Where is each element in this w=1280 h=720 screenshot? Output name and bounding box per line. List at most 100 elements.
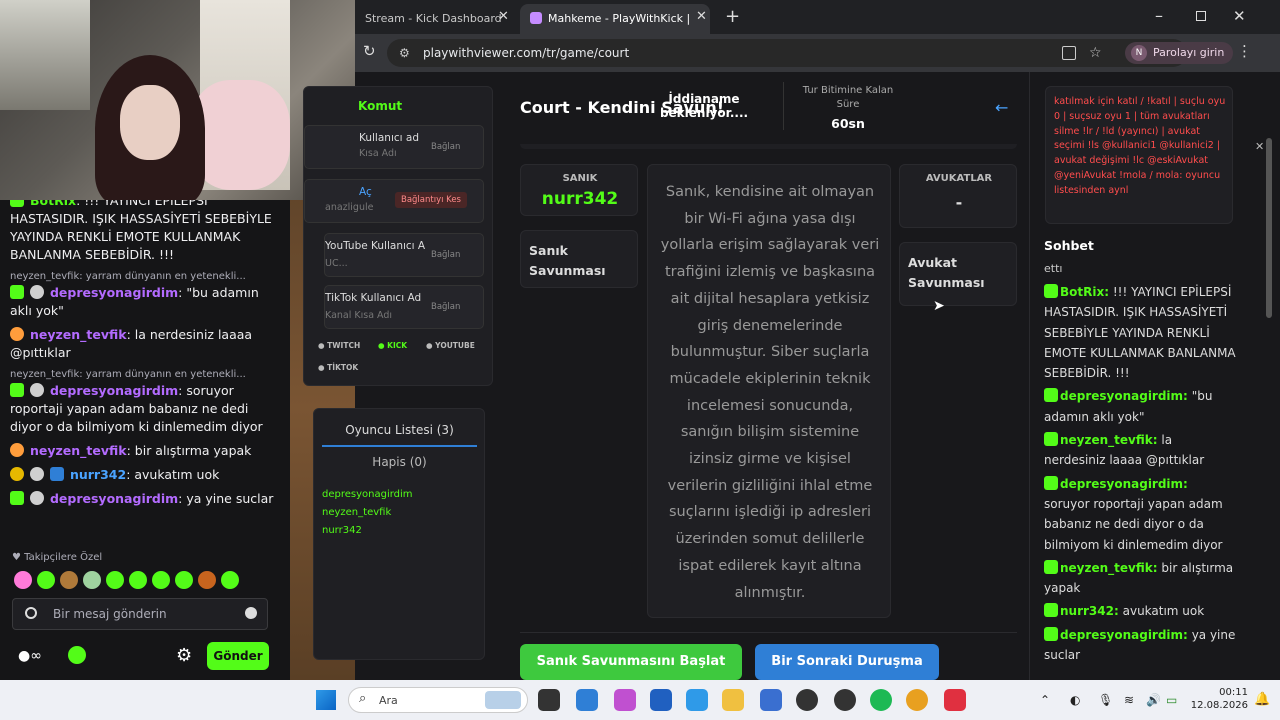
taskview-icon[interactable] <box>538 689 560 711</box>
connect-button[interactable]: Bağlan <box>431 142 460 152</box>
wifi-icon[interactable]: ≋ <box>1124 693 1134 707</box>
chrome-icon[interactable] <box>906 689 928 711</box>
emote-icon[interactable] <box>83 571 101 589</box>
cat-badge-icon <box>10 327 24 341</box>
emote-icon[interactable] <box>37 571 55 589</box>
kick-badge-icon <box>1044 559 1058 574</box>
account-kick[interactable]: Kullanıcı ad Kısa Adı Bağlan <box>304 125 484 169</box>
emote-icon[interactable] <box>129 571 147 589</box>
tab-prison[interactable]: Hapis (0) <box>322 455 477 469</box>
close-window-icon[interactable]: ✕ <box>1233 7 1246 25</box>
microphone-icon[interactable]: 🎙 <box>1098 693 1113 707</box>
emote-icon[interactable] <box>60 571 78 589</box>
windows-start-icon[interactable] <box>316 690 336 710</box>
platform-tiktok[interactable]: ● TİKTOK <box>318 363 358 372</box>
maximize-icon[interactable] <box>1196 11 1206 21</box>
emote-icon[interactable] <box>14 571 32 589</box>
app-icon[interactable] <box>576 689 598 711</box>
minimize-icon[interactable]: – <box>1155 6 1163 25</box>
reload-icon[interactable]: ↻ <box>363 42 376 60</box>
tray-app-icon[interactable]: ◐ <box>1070 693 1080 707</box>
app-icon[interactable] <box>686 689 708 711</box>
tab-court[interactable]: Mahkeme - PlayWithKick | Play <box>520 4 710 55</box>
app-icon[interactable] <box>944 689 966 711</box>
points-icon[interactable]: ●∞ <box>18 648 42 664</box>
connect-button[interactable]: Bağlan <box>431 250 460 260</box>
webcam-overlay <box>0 0 355 200</box>
platform-youtube[interactable]: ● YOUTUBE <box>426 341 475 350</box>
player-item[interactable]: neyzen_tevfik <box>322 507 391 518</box>
chat-input-placeholder: Bir mesaj gönderin <box>53 607 167 621</box>
folder-icon[interactable] <box>722 689 744 711</box>
chat-message: depresyonagirdim: soruyor roportaji yapa… <box>10 383 263 434</box>
translate-icon[interactable] <box>1062 46 1076 60</box>
commands-info-text: katılmak için katıl / !katıl | suçlu oyu… <box>1054 96 1226 196</box>
settings-gear-icon[interactable]: ⚙ <box>176 645 192 666</box>
close-tab-icon[interactable]: ✕ <box>498 9 509 24</box>
chat-username[interactable]: neyzen_tevfik <box>30 443 127 458</box>
emote-icon[interactable] <box>221 571 239 589</box>
chat-message: depresyonagirdim: ya yine suclar <box>1044 626 1236 663</box>
send-button[interactable]: Gönder <box>207 642 269 670</box>
chat-input[interactable]: Bir mesaj gönderin <box>12 598 268 630</box>
verified-badge-icon <box>49 467 64 481</box>
tray-chevron-icon[interactable]: ⌃ <box>1040 693 1050 707</box>
emoji-icon[interactable] <box>245 607 257 619</box>
webcam-face <box>120 85 180 160</box>
player-item[interactable]: depresyonagirdim <box>322 489 413 500</box>
volume-icon[interactable]: 🔊 <box>1146 693 1161 707</box>
account-youtube[interactable]: YouTube Kullanıcı A UC... Bağlan <box>324 233 484 277</box>
scrollbar[interactable] <box>1266 138 1272 318</box>
chat-username[interactable]: nurr342 <box>70 467 126 482</box>
emote-icon[interactable] <box>175 571 193 589</box>
app-icon[interactable] <box>614 689 636 711</box>
spotify-icon[interactable] <box>870 689 892 711</box>
back-arrow-icon[interactable]: ← <box>995 98 1008 117</box>
start-defense-button[interactable]: Sanık Savunmasını Başlat <box>520 644 742 680</box>
tab-kick-dashboard[interactable]: Stream - Kick Dashboard <box>355 4 520 34</box>
taskbar-search[interactable]: ⌕ Ara <box>348 687 528 713</box>
notification-bell-icon[interactable]: 🔔 <box>1254 692 1270 707</box>
new-tab-icon[interactable]: + <box>725 6 740 27</box>
emote-icon[interactable] <box>106 571 124 589</box>
chat-username[interactable]: depresyonagirdim <box>50 491 178 506</box>
chat-partial-line: ettı <box>1044 262 1063 275</box>
account-tiktok[interactable]: TikTok Kullanıcı Ad Kanal Kısa Adı Bağla… <box>324 285 484 329</box>
player-item[interactable]: nurr342 <box>322 525 362 536</box>
defendant-defense-card: Sanık Savunması <box>520 230 638 288</box>
emote-icon[interactable] <box>198 571 216 589</box>
emote-icon[interactable] <box>152 571 170 589</box>
timer-label: Tur Bitimine Kalan Süre <box>802 85 894 110</box>
platform-twitch[interactable]: ● TWITCH <box>318 341 360 350</box>
next-hearing-button[interactable]: Bir Sonraki Duruşma <box>755 644 939 680</box>
chat-username[interactable]: depresyonagirdim <box>50 285 178 300</box>
kick-badge-icon <box>1044 475 1058 490</box>
divider <box>1029 72 1030 680</box>
bookmark-star-icon[interactable]: ☆ <box>1089 39 1102 67</box>
platform-kick[interactable]: ● KICK <box>378 341 407 350</box>
tab-player-list[interactable]: Oyuncu Listesi (3) <box>322 423 477 447</box>
chat-username[interactable]: depresyonagirdim <box>50 383 178 398</box>
chat-username[interactable]: neyzen_tevfik <box>30 327 127 342</box>
app-icon[interactable] <box>796 689 818 711</box>
kick-icon[interactable] <box>68 646 86 664</box>
close-tab-icon[interactable]: ✕ <box>696 9 707 24</box>
battery-icon[interactable]: ▭ <box>1166 693 1177 707</box>
chat-message: depresyonagirdim: ya yine suclar <box>10 490 278 508</box>
connect-button[interactable]: Bağlan <box>431 302 460 312</box>
menu-kebab-icon[interactable]: ⋮ <box>1237 42 1252 60</box>
site-info-icon[interactable]: ⚙ <box>399 39 410 67</box>
url-field[interactable]: ⚙ playwithviewer.com/tr/game/court ☆ <box>387 39 1187 67</box>
chat-message: depresyonagirdim: "bu adamın aklı yok" <box>10 285 259 318</box>
disconnect-button[interactable]: Bağlantıyı Kes <box>395 192 467 208</box>
chat-message: nurr342: avukatım uok <box>10 466 278 484</box>
app-icon[interactable] <box>834 689 856 711</box>
store-icon[interactable] <box>650 689 672 711</box>
timer-value: 60sn <box>831 116 865 131</box>
account-twitch[interactable]: Aç anazligule Bağlantıyı Kes <box>304 179 484 223</box>
case-description: Sanık, kendisine ait olmayan bir Wi-Fi a… <box>660 184 880 601</box>
close-icon[interactable]: ✕ <box>1255 140 1264 153</box>
clock[interactable]: 00:11 12.08.2026 <box>1188 686 1248 712</box>
app-icon[interactable] <box>760 689 782 711</box>
password-button[interactable]: N Parolayı girin <box>1125 42 1233 64</box>
